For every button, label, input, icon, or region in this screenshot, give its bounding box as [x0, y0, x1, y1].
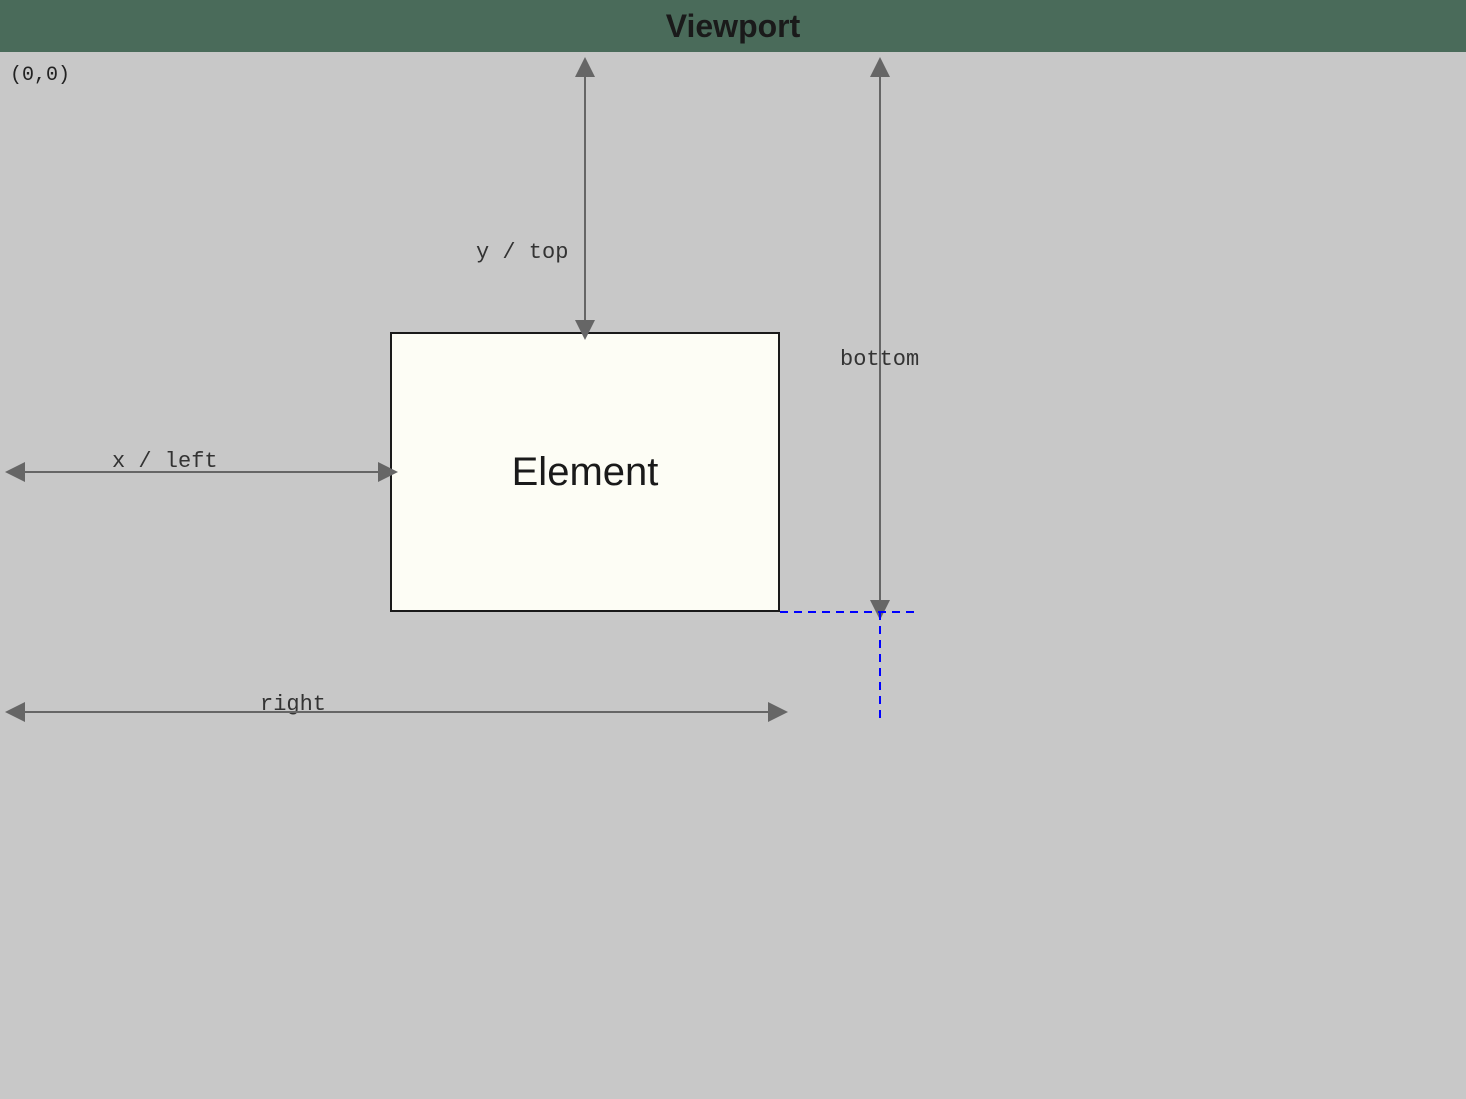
origin-label: (0,0) [10, 64, 70, 87]
viewport-header: Viewport [0, 0, 1466, 52]
element-label: Element [512, 450, 659, 495]
right-label: right [260, 692, 326, 717]
y-top-label: y / top [476, 240, 568, 265]
x-left-label: x / left [112, 449, 218, 474]
main-diagram-area: (0,0) Element y / top x / left bottom ri… [0, 52, 1466, 1099]
bottom-label: bottom [840, 347, 919, 372]
header-title: Viewport [666, 8, 801, 45]
element-box: Element [390, 332, 780, 612]
